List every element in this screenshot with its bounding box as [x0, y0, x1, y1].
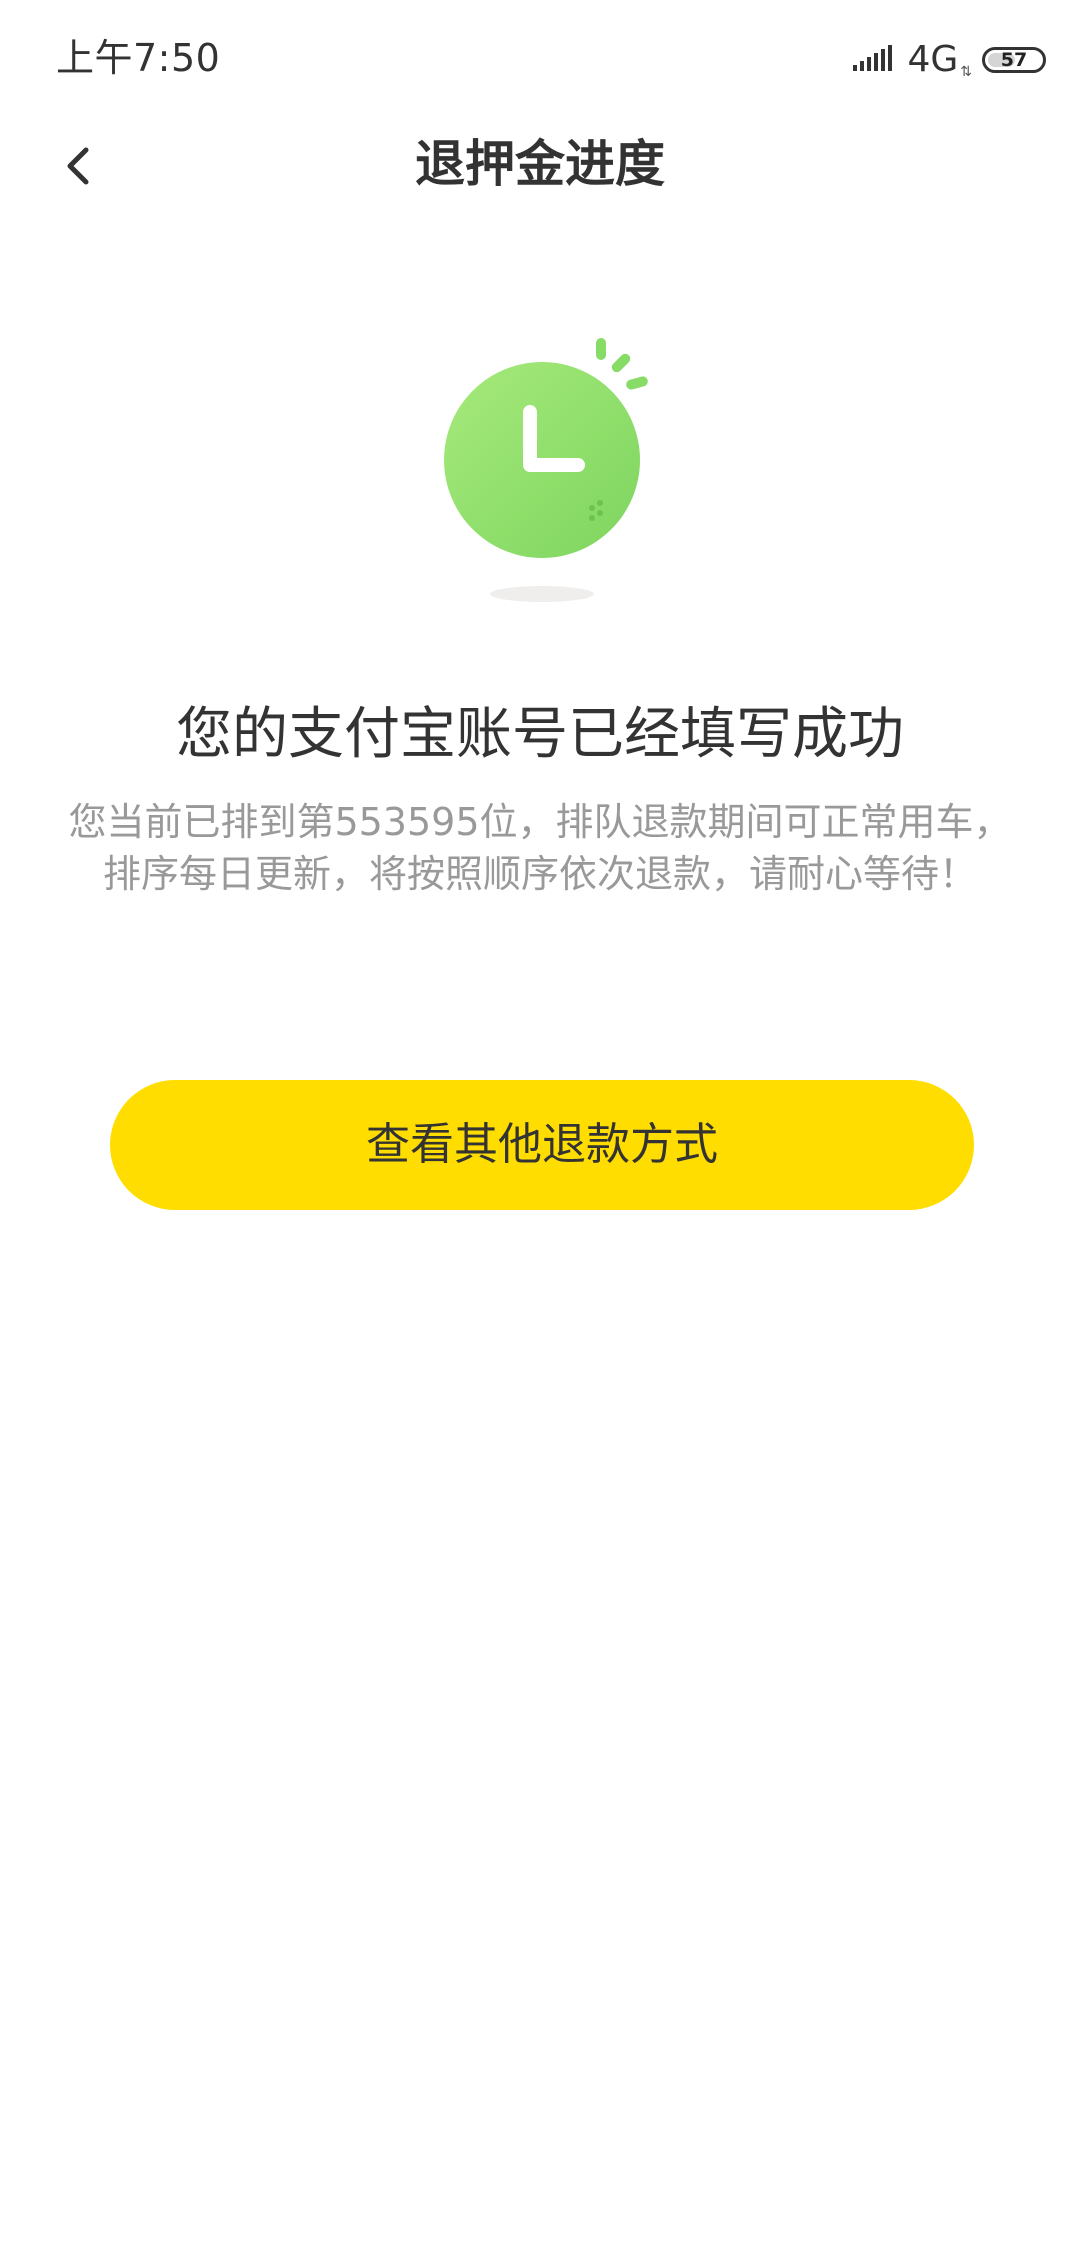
- network-label: 4G: [907, 39, 959, 80]
- other-refund-methods-label: 查看其他退款方式: [366, 1119, 718, 1170]
- clock-icon: [430, 338, 670, 624]
- success-title: 您的支付宝账号已经填写成功: [176, 702, 904, 767]
- queue-description-line-1: 您当前已排到第553595位，排队退款期间可正常用车，: [68, 800, 1012, 844]
- page-title: 退押金进度: [415, 135, 665, 193]
- status-time: 上午7:50: [56, 36, 221, 80]
- battery-level: 57: [1000, 49, 1028, 71]
- battery-icon: 57: [982, 47, 1046, 73]
- queue-description: 您当前已排到第553595位，排队退款期间可正常用车， 排序每日更新，将按照顺序…: [50, 796, 1030, 900]
- status-bar: 上午7:50 4G ⇅ 57: [0, 0, 1080, 120]
- clock-illustration: [430, 330, 670, 620]
- queue-description-line-2: 排序每日更新，将按照顺序依次退款，请耐心等待！: [102, 852, 977, 896]
- signal-icon: [853, 45, 895, 75]
- status-indicators: 4G ⇅ 57: [853, 36, 1046, 84]
- network-activity-icon: ⇅: [960, 64, 972, 80]
- other-refund-methods-button[interactable]: 查看其他退款方式: [110, 1080, 974, 1210]
- nav-bar: 退押金进度: [0, 120, 1080, 210]
